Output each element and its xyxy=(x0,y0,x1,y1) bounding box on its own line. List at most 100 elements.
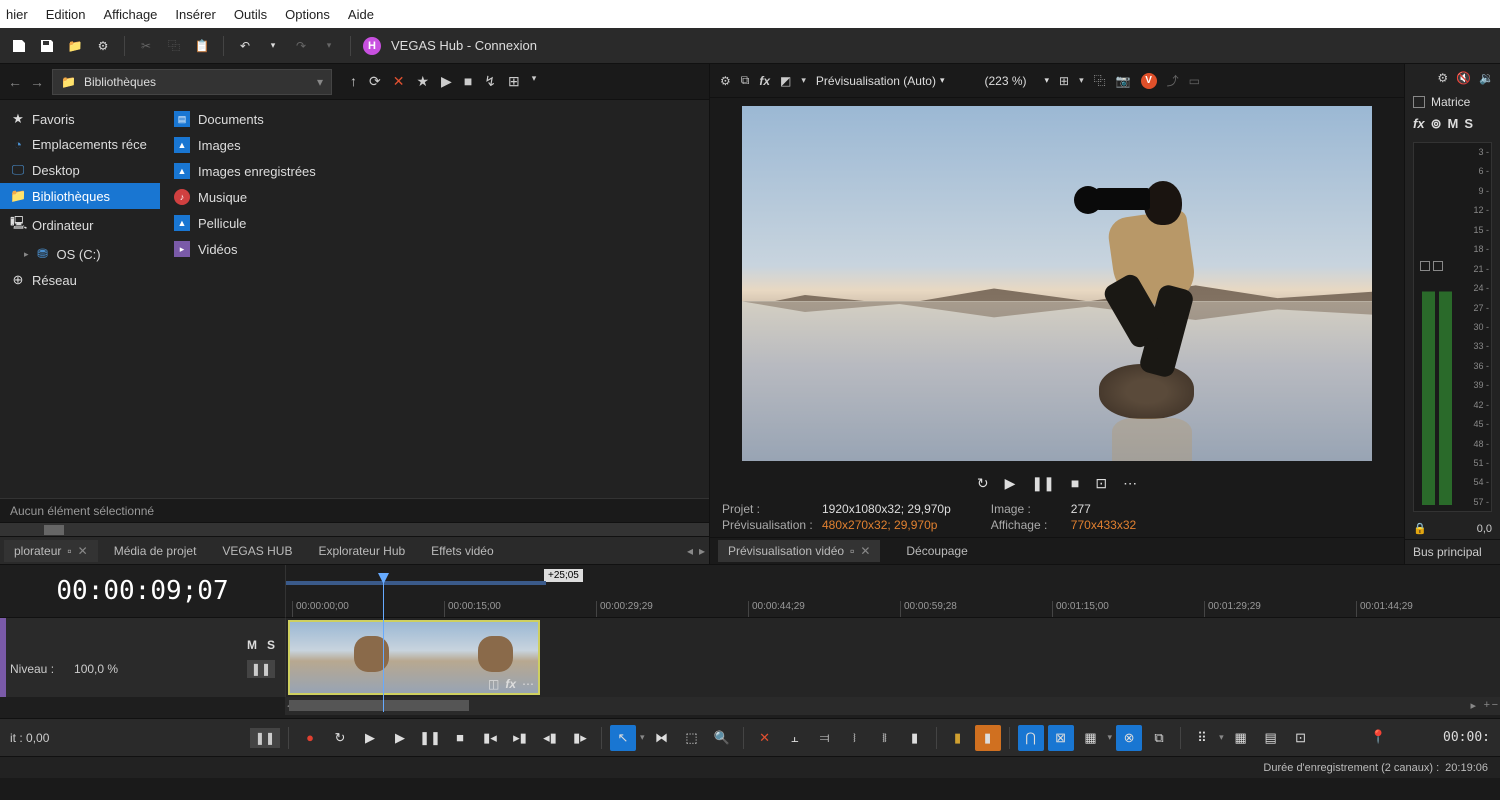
tree-drive-c[interactable]: ▸⛃OS (C:) xyxy=(0,241,160,267)
explorer-scrollbar[interactable] xyxy=(0,522,709,536)
settings-icon[interactable]: ⚙ xyxy=(94,37,112,55)
link-tool-icon[interactable]: ⧓ xyxy=(649,725,675,751)
open-icon[interactable]: 📁 xyxy=(66,37,84,55)
tree-recent[interactable]: ◔Emplacements réce xyxy=(0,132,160,157)
paste-icon[interactable]: 📋 xyxy=(193,37,211,55)
meter-dim-icon[interactable]: 🔉 xyxy=(1479,71,1494,85)
prev-frame-icon[interactable]: ⊡ xyxy=(1095,475,1107,492)
new-project-icon[interactable] xyxy=(10,37,28,55)
pv-grid-icon[interactable]: ⊞ xyxy=(1059,74,1069,88)
loop-icon[interactable]: ↻ xyxy=(977,475,989,492)
pv-split-icon[interactable]: ◩ xyxy=(780,74,791,88)
tab-nav-right-icon[interactable]: ▸ xyxy=(699,544,705,558)
pin-icon[interactable]: 📍 xyxy=(1370,730,1386,745)
lock-envelopes-icon[interactable]: ⧉ xyxy=(1146,725,1172,751)
pv-share-icon[interactable]: ⤴ xyxy=(1167,72,1179,89)
close-icon[interactable]: ✕ xyxy=(860,544,870,558)
snap-icon[interactable]: ⋂ xyxy=(1018,725,1044,751)
meter-mute-button[interactable]: M xyxy=(1447,116,1458,132)
tab-nav-left-icon[interactable]: ◂ xyxy=(687,544,693,558)
autoplay-icon[interactable]: ↯ xyxy=(484,73,496,90)
prev-frame-button[interactable]: ◂▮ xyxy=(537,725,563,751)
menu-outils[interactable]: Outils xyxy=(234,7,267,22)
split-icon[interactable]: ⧘ xyxy=(842,725,868,751)
tab-hub[interactable]: VEGAS HUB xyxy=(212,540,302,562)
view-icon[interactable]: ⊞ xyxy=(508,73,520,90)
clip-more-icon[interactable]: ⋯ xyxy=(522,677,534,691)
pv-card-icon[interactable]: ▭ xyxy=(1189,74,1200,88)
pv-grid-dd-icon[interactable]: ▾ xyxy=(1079,75,1084,86)
stop-button[interactable]: ■ xyxy=(1071,475,1079,491)
file-images[interactable]: ▲Images xyxy=(160,132,709,158)
auto-crossfade-icon[interactable]: ⊗ xyxy=(1116,725,1142,751)
file-roll[interactable]: ▲Pellicule xyxy=(160,210,709,236)
matrix-row[interactable]: Matrice xyxy=(1405,92,1500,112)
track-pause-icon[interactable]: ❚❚ xyxy=(247,660,275,678)
meter-mute-icon[interactable]: 🔇 xyxy=(1456,71,1471,85)
loop-region[interactable] xyxy=(286,581,546,585)
track-solo-button[interactable]: S xyxy=(267,638,275,652)
delete-icon[interactable]: ✕ xyxy=(393,73,405,90)
nav-fwd-icon[interactable]: → xyxy=(30,74,44,90)
auto-ripple-icon[interactable]: ▦ xyxy=(1078,725,1104,751)
pv-snapshot-icon[interactable]: 📷 xyxy=(1116,74,1131,88)
pv-external-icon[interactable]: ⧉ xyxy=(741,73,750,88)
undo-dropdown-icon[interactable]: ▾ xyxy=(264,37,282,55)
video-clip[interactable]: 140428-775192167_small ◫fx⋯ xyxy=(288,620,540,695)
tree-computer[interactable]: 🖳Ordinateur xyxy=(0,209,160,241)
play-button[interactable]: ▶ xyxy=(1005,475,1016,492)
go-start-button[interactable]: ▮◂ xyxy=(477,725,503,751)
stop-button[interactable]: ■ xyxy=(447,725,473,751)
pv-overlay-icon[interactable]: ⿻ xyxy=(1094,72,1106,89)
selection-tool-icon[interactable]: ⬚ xyxy=(679,725,705,751)
ext-icon[interactable]: ⊡ xyxy=(1288,725,1314,751)
tab-explorer[interactable]: plorateur▫✕ xyxy=(4,540,98,562)
next-frame-button[interactable]: ▮▸ xyxy=(567,725,593,751)
tab-hub-explorer[interactable]: Explorateur Hub xyxy=(308,540,415,562)
pause-button[interactable]: ❚❚ xyxy=(1031,475,1054,492)
more-icon[interactable]: ⋯ xyxy=(1123,475,1137,492)
file-saved-images[interactable]: ▲Images enregistrées xyxy=(160,158,709,184)
pv-fx-icon[interactable]: fx xyxy=(759,74,770,88)
delete-tool-icon[interactable]: ✕ xyxy=(752,725,778,751)
playhead[interactable] xyxy=(383,579,384,712)
save-icon[interactable] xyxy=(38,37,56,55)
tab-fx[interactable]: Effets vidéo xyxy=(421,540,503,562)
refresh-icon[interactable]: ⟳ xyxy=(369,73,381,90)
meter-fx-button[interactable]: fx xyxy=(1413,116,1425,132)
nav-back-icon[interactable]: ← xyxy=(8,74,22,90)
tree-network[interactable]: ⊕Réseau xyxy=(0,267,160,293)
play-from-start-button[interactable]: ▶ xyxy=(357,725,383,751)
meter-solo-button[interactable]: S xyxy=(1464,116,1473,132)
meter-settings-icon[interactable]: ⚙ xyxy=(1437,71,1448,85)
color-tool-icon[interactable]: ⠿ xyxy=(1189,725,1215,751)
close-icon[interactable]: ✕ xyxy=(78,544,88,558)
file-documents[interactable]: ▤Documents xyxy=(160,106,709,132)
undo-icon[interactable]: ↶ xyxy=(236,37,254,55)
record-button[interactable]: ● xyxy=(297,725,323,751)
tree-desktop[interactable]: 🖵Desktop xyxy=(0,157,160,183)
copy-icon[interactable]: ⿻ xyxy=(165,37,183,55)
tree-favoris[interactable]: ★Favoris xyxy=(0,106,160,132)
marker-yellow-icon[interactable]: ▮ xyxy=(945,725,971,751)
meter-toggle-l[interactable] xyxy=(1420,261,1430,271)
clip-fx-icon[interactable]: fx xyxy=(505,677,516,691)
meter-toggle-r[interactable] xyxy=(1433,261,1443,271)
pv-settings-icon[interactable]: ⚙ xyxy=(720,74,731,88)
lock-icon[interactable]: 🔒 xyxy=(1413,522,1427,535)
clip-crop-icon[interactable]: ◫ xyxy=(488,677,499,691)
hub-badge-icon[interactable]: H xyxy=(363,37,381,55)
normal-edit-tool[interactable]: ↖ xyxy=(610,725,636,751)
pv-quality-dropdown[interactable]: Prévisualisation (Auto)▾ xyxy=(816,74,945,88)
slip-icon[interactable]: ⧚ xyxy=(872,725,898,751)
edit-pause-icon[interactable]: ❚❚ xyxy=(250,728,280,748)
snap-grid-icon[interactable]: ⊠ xyxy=(1048,725,1074,751)
redo-dropdown-icon[interactable]: ▾ xyxy=(320,37,338,55)
menu-affichage[interactable]: Affichage xyxy=(103,7,157,22)
video-preview[interactable] xyxy=(742,106,1372,461)
tab-pin-icon[interactable]: ▫ xyxy=(67,544,71,558)
timeline-scrollbar[interactable]: ◂▸+− xyxy=(285,697,1500,715)
trim-end-icon[interactable]: ⫤ xyxy=(812,725,838,751)
cut-icon[interactable]: ✂ xyxy=(137,37,155,55)
file-videos[interactable]: ▸Vidéos xyxy=(160,236,709,262)
